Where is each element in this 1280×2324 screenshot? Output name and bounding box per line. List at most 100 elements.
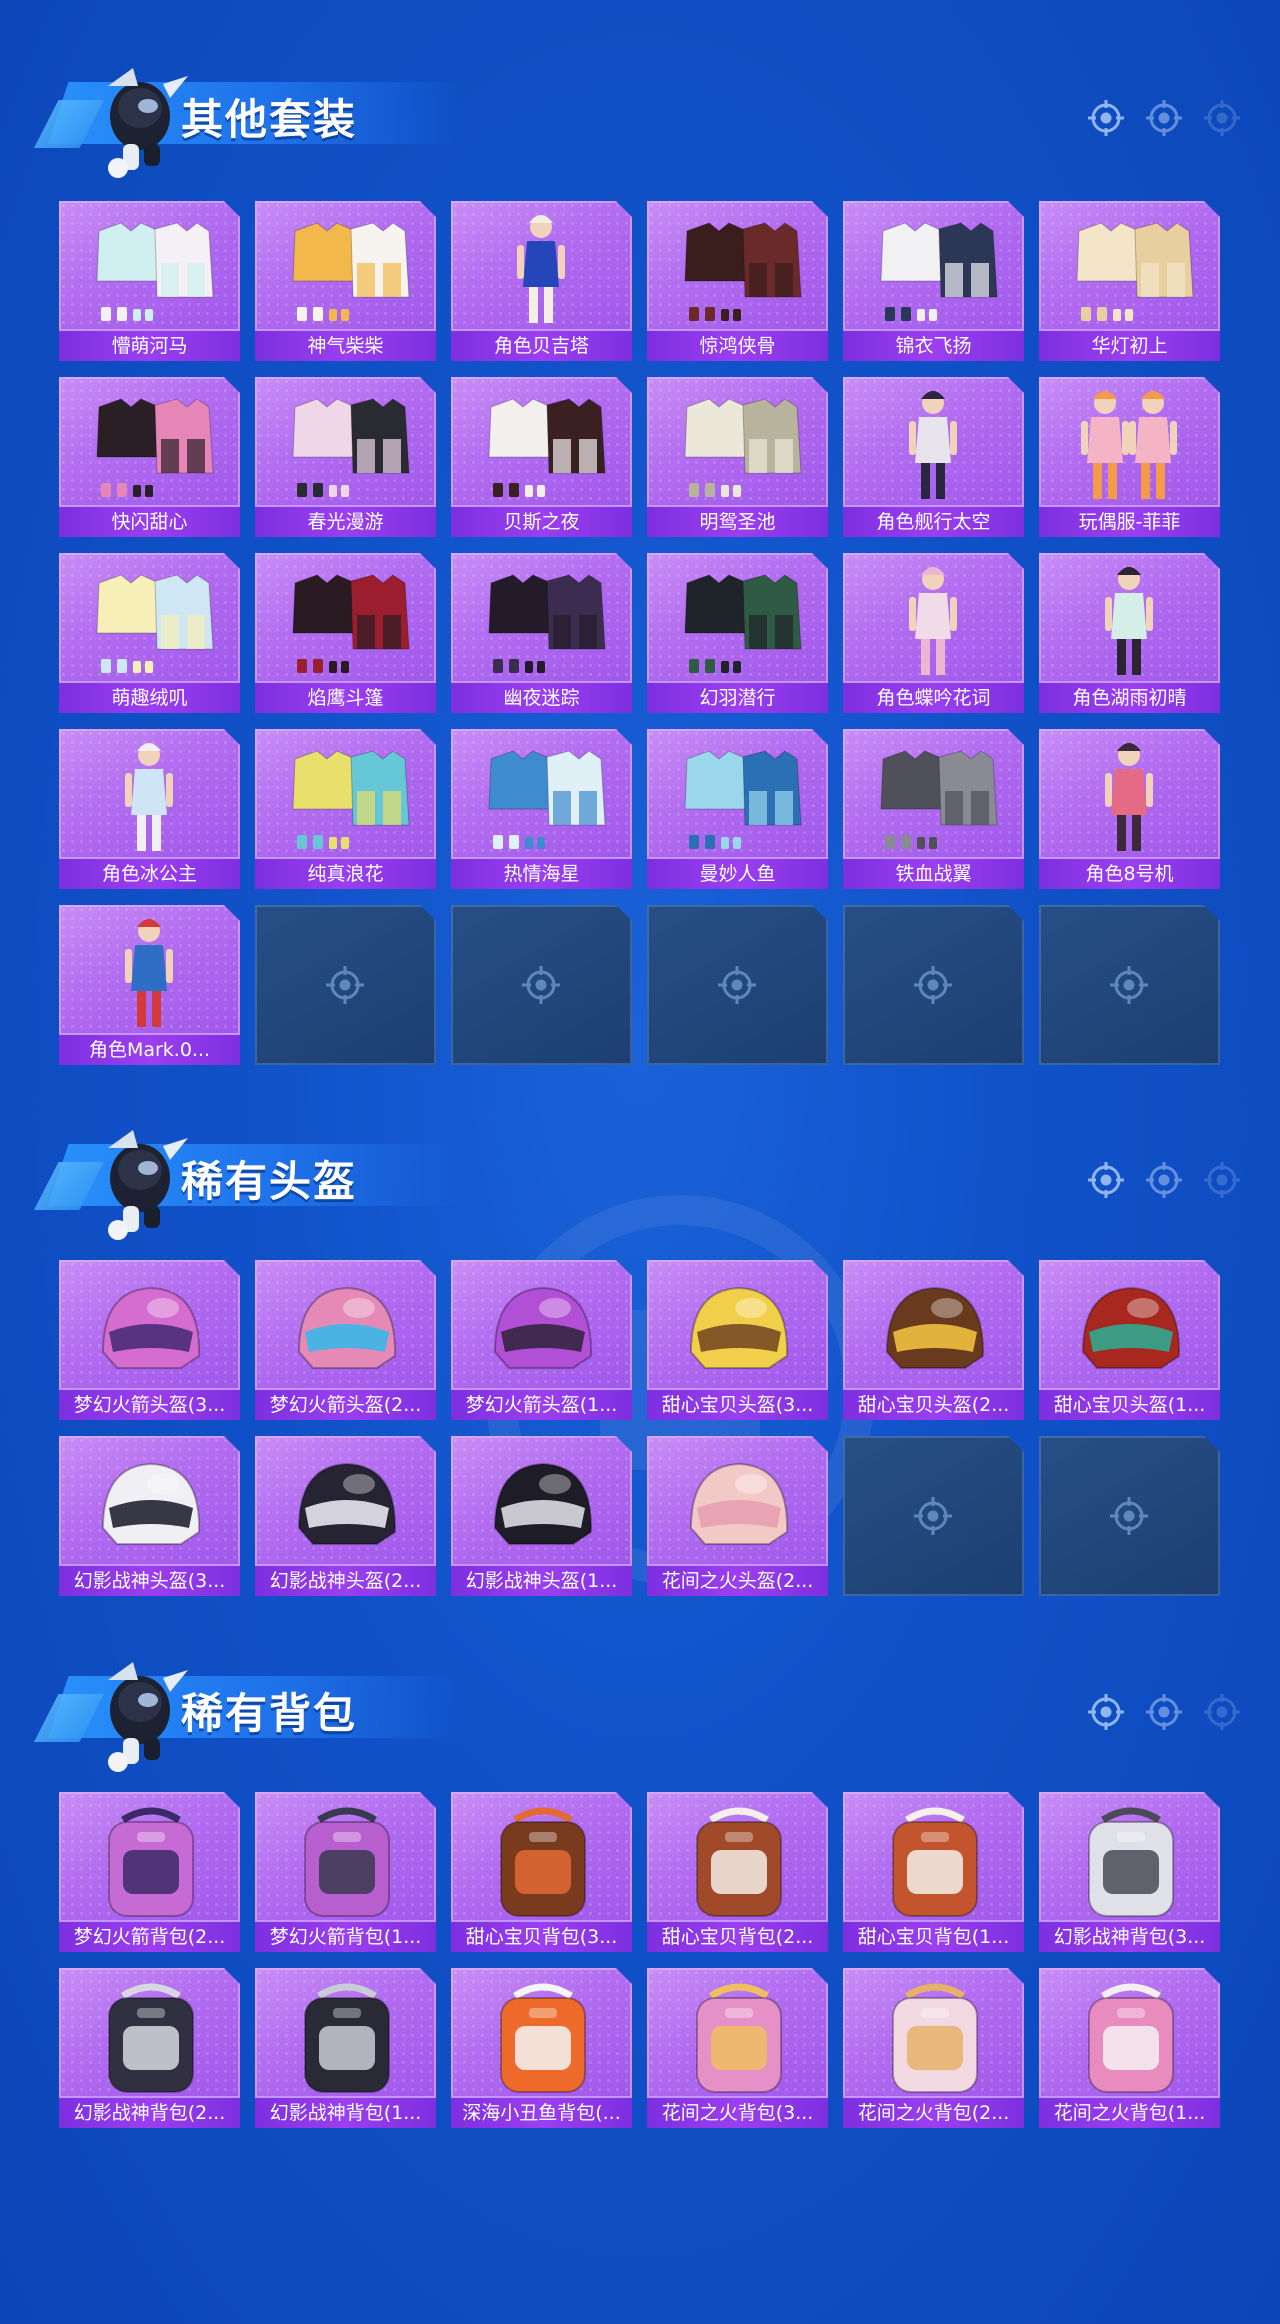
item-card[interactable]: 幻影战神背包(2... [59,1968,240,2128]
item-card[interactable]: 甜心宝贝头盔(3... [647,1260,828,1420]
item-card[interactable]: 幻影战神背包(3... [1039,1792,1220,1952]
item-card[interactable]: 甜心宝贝背包(3... [451,1792,632,1952]
item-label: 角色8号机 [1039,857,1220,889]
item-label: 甜心宝贝头盔(1... [1039,1388,1220,1420]
item-card[interactable]: 明鸳圣池 [647,377,828,537]
item-card[interactable]: 铁血战翼 [843,729,1024,889]
item-art-icon [451,1436,632,1566]
item-card[interactable]: 华灯初上 [1039,201,1220,361]
item-art-icon [59,729,240,859]
section-header: 稀有头盔 [28,1118,458,1240]
item-label: 甜心宝贝背包(3... [451,1920,632,1952]
item-card[interactable]: 角色Mark.0... [59,905,240,1065]
item-card[interactable]: 曼妙人鱼 [647,729,828,889]
item-card[interactable]: 幻影战神头盔(2... [255,1436,436,1596]
item-card[interactable]: 花间之火背包(1... [1039,1968,1220,2128]
item-art-icon [451,1260,632,1390]
item-art-icon [647,1436,828,1566]
item-label: 角色Mark.0... [59,1033,240,1065]
item-art-icon [59,1968,240,2098]
item-card[interactable]: 快闪甜心 [59,377,240,537]
section-header: 稀有背包 [28,1650,458,1772]
item-art-icon [59,201,240,331]
item-art-icon [255,553,436,683]
item-art-icon [451,729,632,859]
item-label: 纯真浪花 [255,857,436,889]
item-card[interactable]: 梦幻火箭头盔(1... [451,1260,632,1420]
item-label: 幻影战神背包(1... [255,2096,436,2128]
item-art-icon [451,1968,632,2098]
item-art-icon [1039,1968,1220,2098]
item-label: 幻羽潜行 [647,681,828,713]
item-card[interactable]: 甜心宝贝背包(2... [647,1792,828,1952]
item-art-icon [843,729,1024,859]
empty-slot [843,1436,1024,1596]
item-art-icon [1039,1792,1220,1922]
item-label: 梦幻火箭头盔(1... [451,1388,632,1420]
item-label: 幻影战神头盔(2... [255,1564,436,1596]
empty-slot [1039,905,1220,1065]
empty-slot [255,905,436,1065]
item-card[interactable]: 角色蝶吟花词 [843,553,1024,713]
item-card[interactable]: 惊鸿侠骨 [647,201,828,361]
item-art-icon [451,201,632,331]
item-art-icon [255,1968,436,2098]
item-card[interactable]: 梦幻火箭头盔(3... [59,1260,240,1420]
item-card[interactable]: 锦衣飞扬 [843,201,1024,361]
item-card[interactable]: 梦幻火箭头盔(2... [255,1260,436,1420]
item-card[interactable]: 花间之火背包(2... [843,1968,1024,2128]
item-card[interactable]: 梦幻火箭背包(2... [59,1792,240,1952]
item-label: 角色贝吉塔 [451,329,632,361]
item-art-icon [843,377,1024,507]
item-card[interactable]: 花间之火头盔(2... [647,1436,828,1596]
item-art-icon [59,1260,240,1390]
item-card[interactable]: 春光漫游 [255,377,436,537]
item-card[interactable]: 幻影战神背包(1... [255,1968,436,2128]
item-card[interactable]: 幽夜迷踪 [451,553,632,713]
item-card[interactable]: 懵萌河马 [59,201,240,361]
item-card[interactable]: 焰鹰斗篷 [255,553,436,713]
item-label: 花间之火背包(3... [647,2096,828,2128]
item-art-icon [59,1436,240,1566]
item-label: 惊鸿侠骨 [647,329,828,361]
item-card[interactable]: 热情海星 [451,729,632,889]
item-card[interactable]: 角色冰公主 [59,729,240,889]
item-card[interactable]: 幻影战神头盔(1... [451,1436,632,1596]
mascot-icon [108,68,188,178]
item-card[interactable]: 角色贝吉塔 [451,201,632,361]
item-card[interactable]: 甜心宝贝头盔(2... [843,1260,1024,1420]
item-card[interactable]: 幻影战神头盔(3... [59,1436,240,1596]
crosshair-icon [911,1494,955,1538]
item-label: 甜心宝贝背包(2... [647,1920,828,1952]
item-card[interactable]: 花间之火背包(3... [647,1968,828,2128]
item-art-icon [451,553,632,683]
item-label: 角色湖雨初晴 [1039,681,1220,713]
crosshair-icon [1107,1494,1151,1538]
item-card[interactable]: 深海小丑鱼背包(... [451,1968,632,2128]
empty-slot [647,905,828,1065]
crosshair-icon [1088,1694,1240,1730]
item-label: 曼妙人鱼 [647,857,828,889]
item-art-icon [647,377,828,507]
item-card[interactable]: 幻羽潜行 [647,553,828,713]
item-art-icon [647,1792,828,1922]
item-label: 幻影战神头盔(3... [59,1564,240,1596]
item-label: 角色冰公主 [59,857,240,889]
item-art-icon [647,1968,828,2098]
item-card[interactable]: 甜心宝贝背包(1... [843,1792,1024,1952]
item-card[interactable]: 角色湖雨初晴 [1039,553,1220,713]
item-card[interactable]: 梦幻火箭背包(1... [255,1792,436,1952]
section-title: 稀有头盔 [181,1157,358,1206]
item-card[interactable]: 纯真浪花 [255,729,436,889]
item-label: 甜心宝贝背包(1... [843,1920,1024,1952]
item-art-icon [843,1968,1024,2098]
item-label: 春光漫游 [255,505,436,537]
item-card[interactable]: 玩偶服-菲菲 [1039,377,1220,537]
item-card[interactable]: 萌趣绒叽 [59,553,240,713]
item-art-icon [255,1436,436,1566]
item-card[interactable]: 贝斯之夜 [451,377,632,537]
item-card[interactable]: 角色8号机 [1039,729,1220,889]
item-card[interactable]: 神气柴柴 [255,201,436,361]
item-card[interactable]: 甜心宝贝头盔(1... [1039,1260,1220,1420]
item-card[interactable]: 角色舰行太空 [843,377,1024,537]
